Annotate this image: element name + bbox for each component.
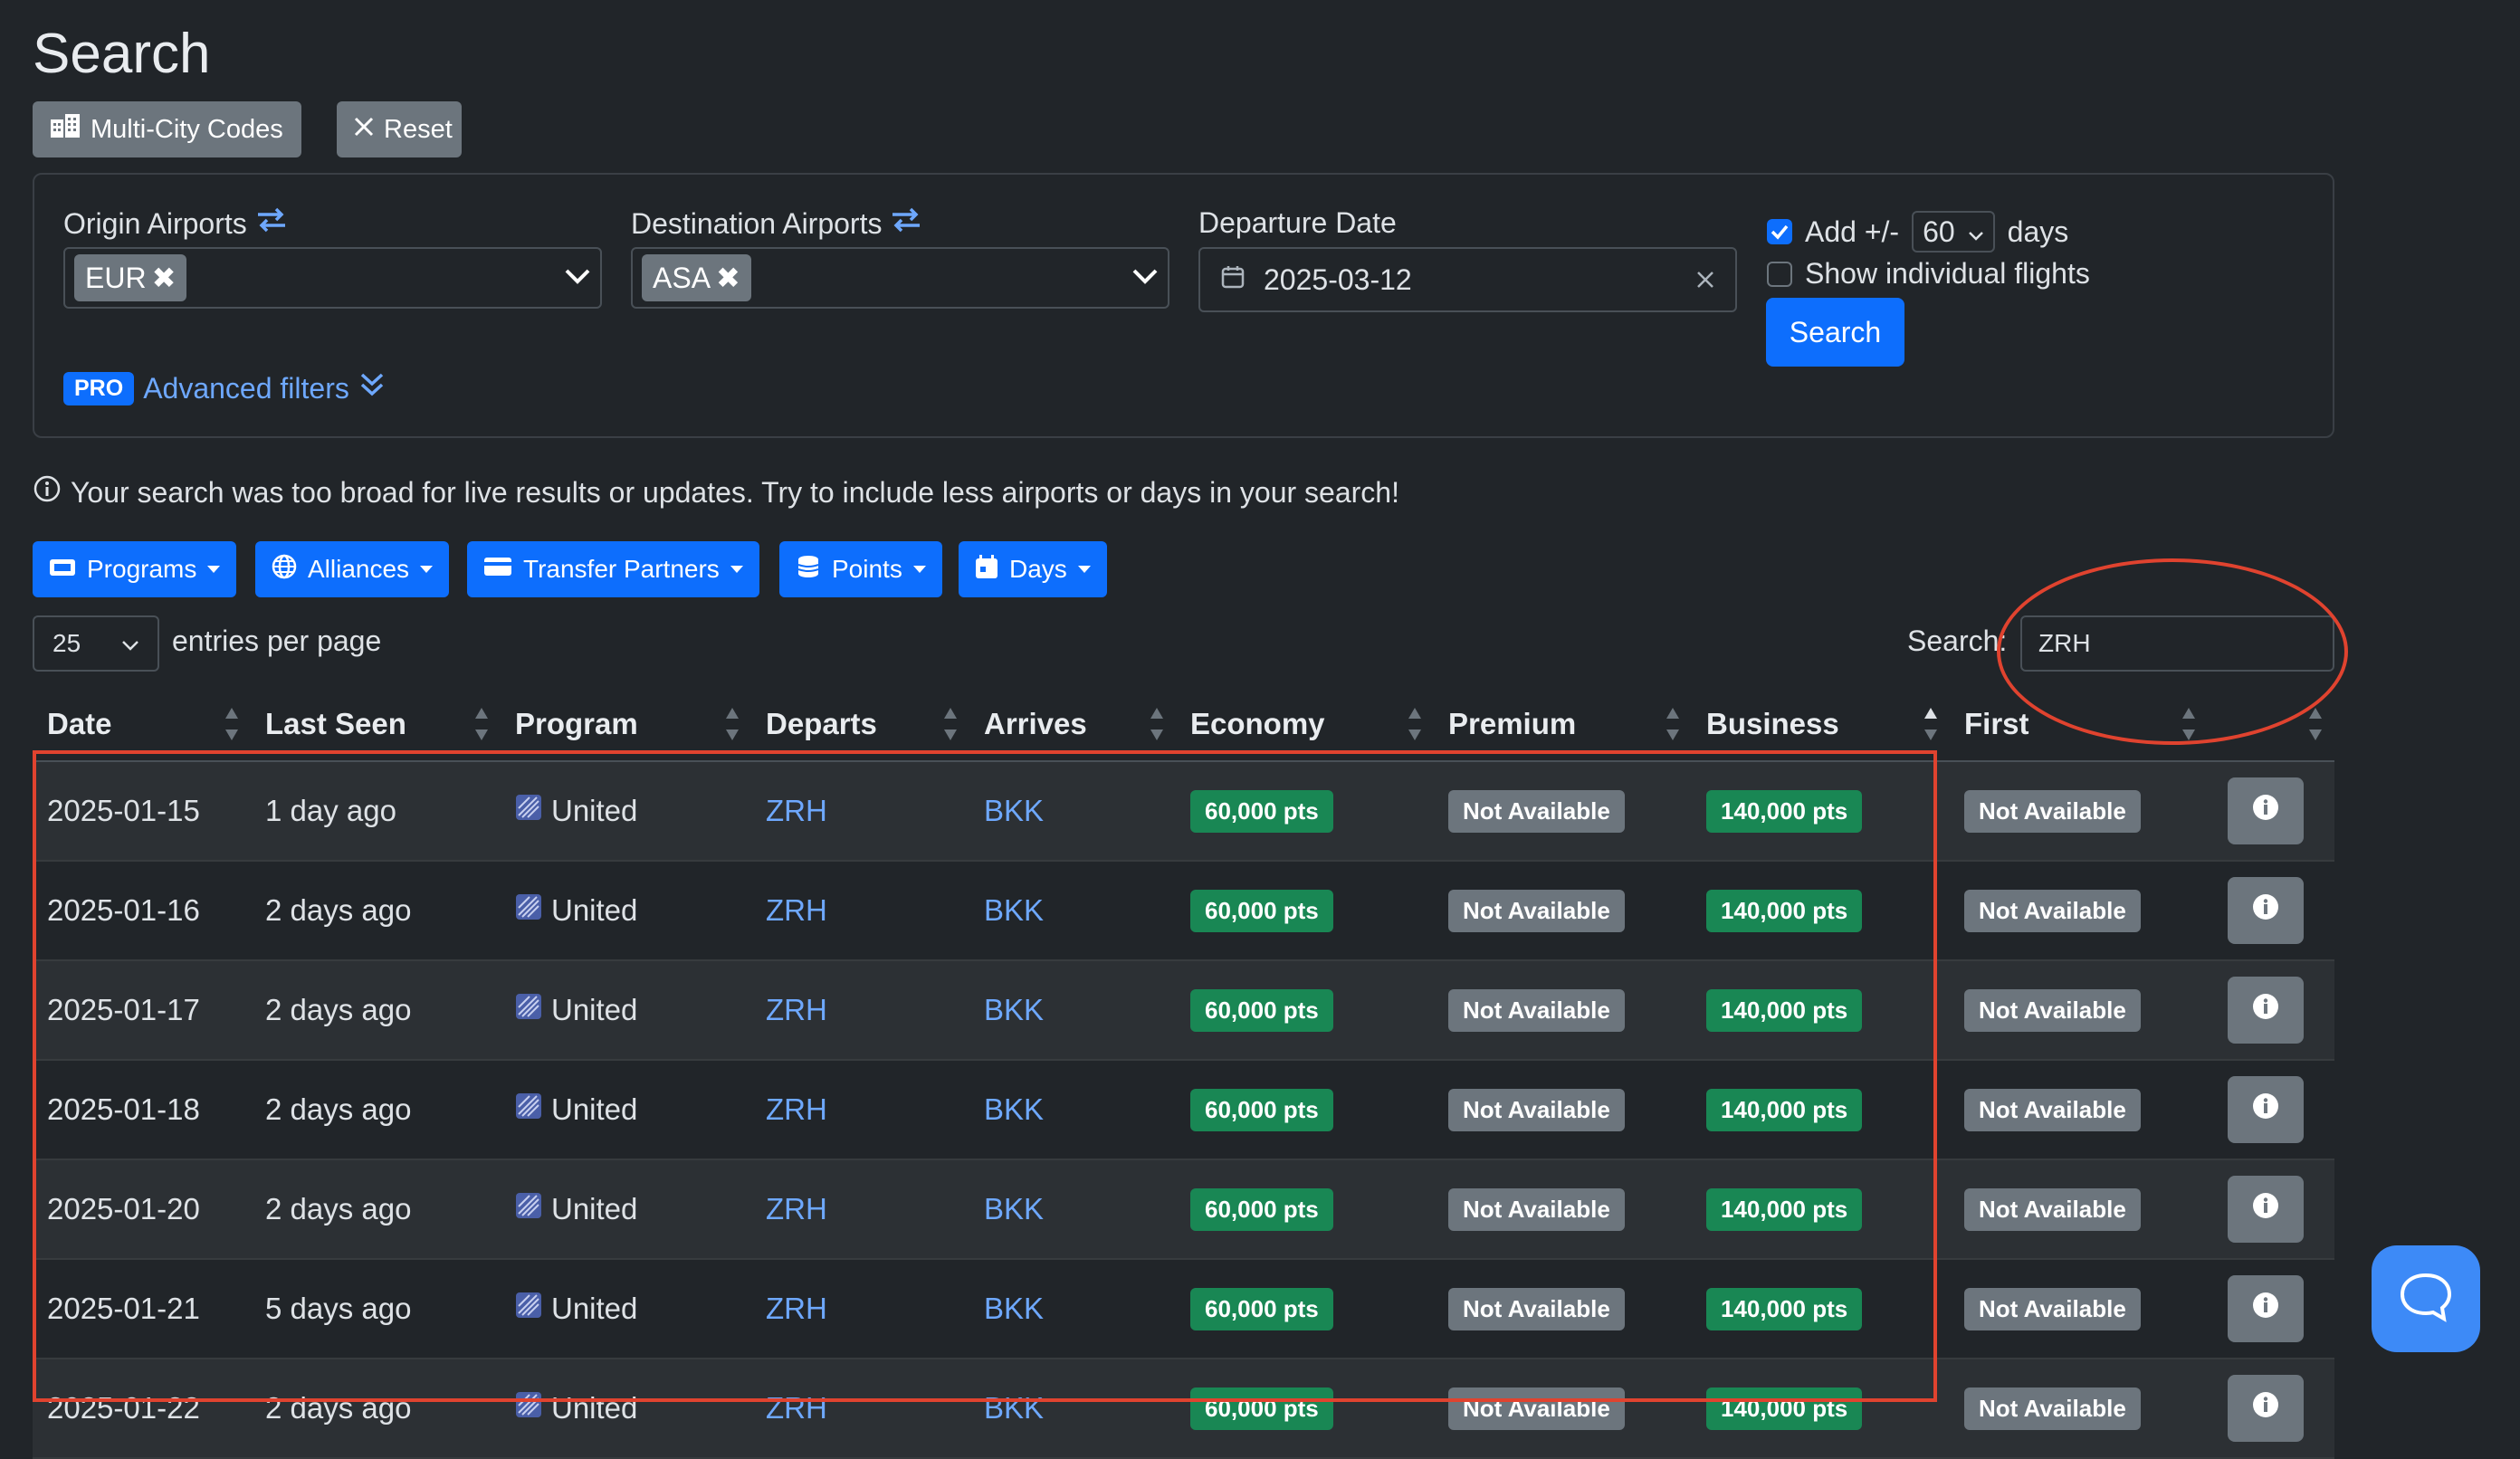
availability-badge: Not Available (1964, 988, 2141, 1032)
first-cell: Not Available (1950, 1060, 2208, 1160)
chevrons-down-icon (358, 371, 386, 405)
caret-down-icon (912, 566, 926, 573)
annotation-ellipse (1997, 558, 2348, 745)
availability-badge: Not Available (1964, 1387, 2141, 1430)
actions-cell (2208, 960, 2334, 1061)
info-circle-icon (2251, 1390, 2280, 1426)
info-circle-icon (2251, 892, 2280, 929)
globe-icon (272, 554, 297, 586)
buildings-icon (49, 112, 81, 147)
availability-badge: Not Available (1964, 889, 2141, 932)
first-cell: Not Available (1950, 960, 2208, 1061)
days-filter-button[interactable]: Days (959, 541, 1107, 597)
multi-city-codes-label: Multi-City Codes (91, 114, 283, 144)
broad-search-alert: Your search was too broad for live resul… (33, 474, 1399, 510)
departure-date-input[interactable]: 2025-03-12 (1198, 247, 1737, 312)
search-button[interactable]: Search (1766, 298, 1904, 367)
page-title: Search (33, 23, 211, 85)
details-button[interactable] (2228, 877, 2304, 944)
details-button[interactable] (2228, 1176, 2304, 1243)
origin-chip[interactable]: EUR ✖ (74, 254, 187, 301)
reset-label: Reset (384, 114, 453, 144)
destination-chip[interactable]: ASA ✖ (642, 254, 751, 301)
availability-badge: Not Available (1964, 1088, 2141, 1131)
details-button[interactable] (2228, 777, 2304, 844)
remove-icon[interactable]: ✖ (716, 261, 740, 295)
destination-airports-select[interactable]: ASA ✖ (631, 247, 1169, 309)
first-cell: Not Available (1950, 1259, 2208, 1359)
chevron-down-icon (1968, 215, 1984, 249)
details-button[interactable] (2228, 1076, 2304, 1143)
first-cell: Not Available (1950, 761, 2208, 862)
clear-icon[interactable] (1695, 263, 1715, 297)
entries-per-page-label: entries per page (172, 625, 382, 657)
actions-cell (2208, 1060, 2334, 1160)
chevron-down-icon[interactable] (1131, 267, 1159, 290)
actions-cell (2208, 761, 2334, 862)
remove-icon[interactable]: ✖ (152, 261, 177, 295)
programs-filter-button[interactable]: Programs (33, 541, 237, 597)
coins-icon (796, 554, 821, 586)
info-circle-icon (33, 474, 62, 510)
credit-card-icon (483, 555, 512, 584)
annotation-rectangle (33, 750, 1937, 1402)
show-individual-checkbox[interactable] (1767, 261, 1792, 287)
add-days-select[interactable]: 60 (1912, 211, 1995, 253)
info-circle-icon (2251, 992, 2280, 1028)
destination-airports-label: Destination Airports (631, 206, 921, 241)
points-filter-button[interactable]: Points (779, 541, 942, 597)
caret-down-icon (207, 566, 221, 573)
availability-badge: Not Available (1964, 789, 2141, 833)
days-label: days (2007, 215, 2069, 248)
chat-bubble-icon (2399, 1272, 2453, 1327)
departure-date-label: Departure Date (1198, 206, 1397, 239)
caret-down-icon (730, 566, 743, 573)
add-days-checkbox[interactable] (1767, 219, 1792, 244)
reset-button[interactable]: Reset (337, 101, 462, 157)
first-cell: Not Available (1950, 1159, 2208, 1260)
availability-badge: Not Available (1964, 1287, 2141, 1330)
show-individual-label: Show individual flights (1805, 257, 2090, 290)
add-days-label: Add +/- (1805, 215, 1900, 248)
swap-icon[interactable] (891, 206, 921, 241)
info-circle-icon (2251, 1092, 2280, 1128)
close-icon (353, 115, 375, 145)
table-search-label: Search: (1907, 625, 2008, 657)
caret-down-icon (420, 566, 434, 573)
first-cell: Not Available (1950, 1359, 2208, 1459)
advanced-filters-link[interactable]: Advanced filters (143, 372, 349, 405)
first-cell: Not Available (1950, 861, 2208, 961)
transfer-partners-filter-button[interactable]: Transfer Partners (467, 541, 759, 597)
chat-widget-button[interactable] (2372, 1245, 2480, 1352)
details-button[interactable] (2228, 977, 2304, 1044)
chevron-down-icon (121, 629, 139, 658)
details-button[interactable] (2228, 1375, 2304, 1442)
advanced-filters-toggle[interactable]: PRO Advanced filters (63, 371, 386, 405)
ticket-icon (49, 555, 76, 584)
pro-badge: PRO (63, 371, 135, 405)
availability-badge: Not Available (1964, 1187, 2141, 1231)
multi-city-codes-button[interactable]: Multi-City Codes (33, 101, 301, 157)
entries-per-page-select[interactable]: 25 (33, 615, 159, 672)
origin-airports-select[interactable]: EUR ✖ (63, 247, 602, 309)
details-button[interactable] (2228, 1275, 2304, 1342)
show-individual-row: Show individual flights (1767, 257, 2090, 291)
caret-down-icon (1077, 566, 1091, 573)
swap-icon[interactable] (256, 206, 287, 241)
departure-date-value: 2025-03-12 (1264, 262, 1412, 296)
origin-airports-label: Origin Airports (63, 206, 287, 241)
actions-cell (2208, 1359, 2334, 1459)
calendar-icon (975, 554, 998, 586)
calendar-icon (1220, 263, 1246, 297)
alert-text: Your search was too broad for live resul… (71, 475, 1399, 509)
actions-cell (2208, 1259, 2334, 1359)
info-circle-icon (2251, 1191, 2280, 1227)
actions-cell (2208, 1159, 2334, 1260)
info-circle-icon (2251, 1291, 2280, 1327)
info-circle-icon (2251, 793, 2280, 829)
actions-cell (2208, 861, 2334, 961)
chevron-down-icon[interactable] (564, 267, 591, 290)
add-days-row: Add +/- 60 days (1767, 211, 2068, 253)
alliances-filter-button[interactable]: Alliances (255, 541, 450, 597)
